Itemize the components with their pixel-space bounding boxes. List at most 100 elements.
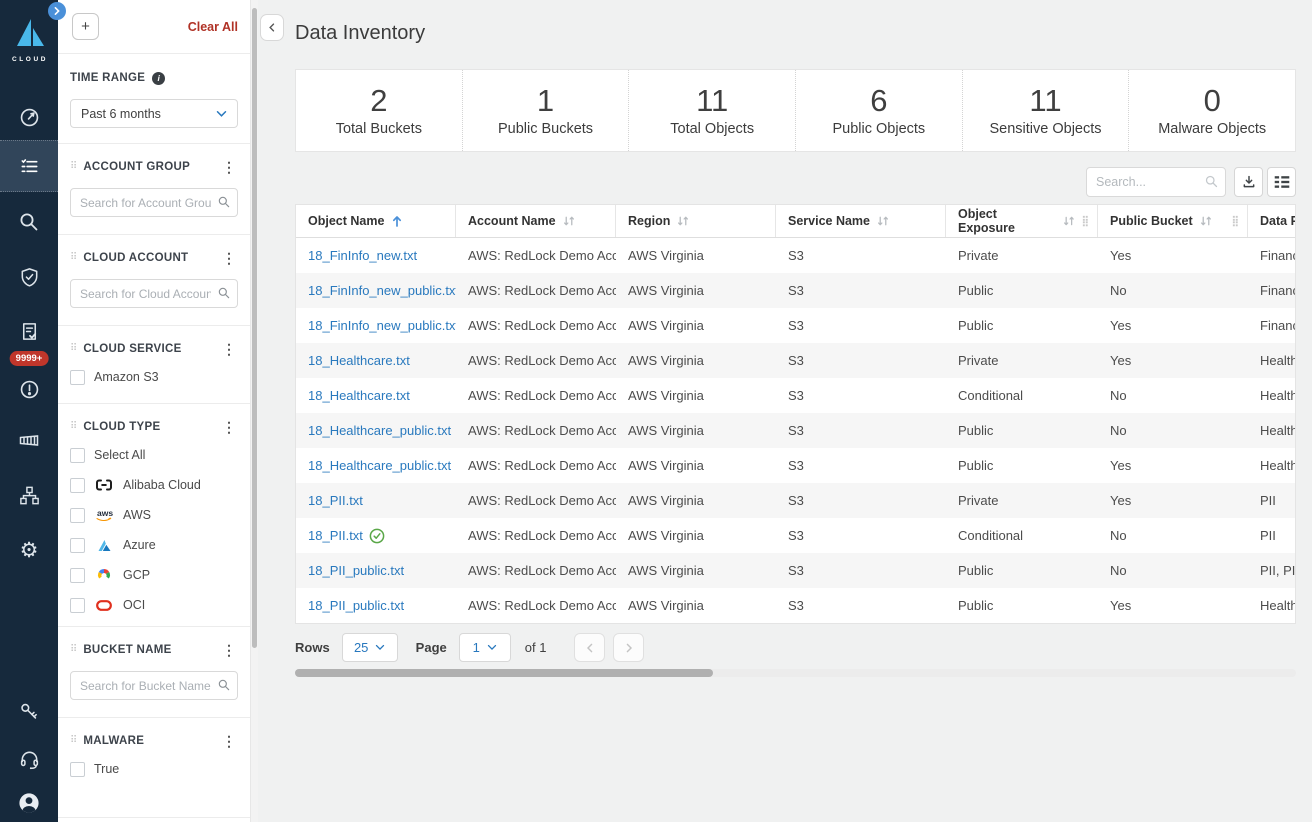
- sidebar-item-alerts[interactable]: [0, 367, 58, 411]
- stat-label: Sensitive Objects: [990, 121, 1102, 137]
- table-row[interactable]: 18_Healthcare_public.txt AWS: RedLock De…: [296, 413, 1296, 448]
- table-row[interactable]: 18_FinInfo_new_public.txt AWS: RedLock D…: [296, 308, 1296, 343]
- amazon-s3-checkbox[interactable]: [70, 370, 85, 385]
- scrollbar-thumb[interactable]: [295, 669, 713, 677]
- data-profile-cell: Healthcare: [1248, 598, 1296, 613]
- column-header-region[interactable]: Region: [616, 205, 776, 237]
- sort-ascending-icon: [391, 215, 403, 228]
- column-header-object-name[interactable]: Object Name: [296, 205, 456, 237]
- panel-collapse-button[interactable]: [260, 14, 284, 41]
- column-drag-handle-icon[interactable]: ⣿: [1232, 216, 1239, 227]
- column-header-service-name[interactable]: Service Name: [776, 205, 946, 237]
- alibaba-cloud-checkbox[interactable]: [70, 478, 85, 493]
- gcp-checkbox[interactable]: [70, 568, 85, 583]
- column-drag-handle-icon[interactable]: ⣿: [1082, 216, 1089, 227]
- kebab-menu-icon[interactable]: ⋮: [220, 342, 238, 356]
- sidebar-item-policies[interactable]: [0, 309, 58, 353]
- object-name-link[interactable]: 18_FinInfo_new_public.txt: [308, 318, 456, 333]
- cloud-account-search-input[interactable]: [70, 279, 238, 308]
- checklist-icon: [18, 155, 41, 178]
- account-name-cell: AWS: RedLock Demo Acc...: [456, 528, 616, 543]
- stat-public-objects: 6 Public Objects: [795, 70, 962, 151]
- column-settings-button[interactable]: [1267, 167, 1296, 197]
- object-exposure-cell: Public: [946, 423, 1098, 438]
- table-row[interactable]: 18_FinInfo_new_public.txt AWS: RedLock D…: [296, 273, 1296, 308]
- bucket-name-search-input[interactable]: [70, 671, 238, 700]
- column-header-account-name[interactable]: Account Name: [456, 205, 616, 237]
- public-bucket-cell: No: [1098, 388, 1248, 403]
- data-inventory-table: Object Name Account Name Region Service …: [295, 204, 1296, 624]
- download-button[interactable]: [1234, 167, 1263, 197]
- kebab-menu-icon[interactable]: ⋮: [220, 160, 238, 174]
- sidebar-item-governance[interactable]: [0, 255, 58, 299]
- object-name-link[interactable]: 18_PII_public.txt: [308, 598, 404, 613]
- service-name-cell: S3: [776, 563, 946, 578]
- kebab-menu-icon[interactable]: ⋮: [220, 420, 238, 434]
- account-group-search-input[interactable]: [70, 188, 238, 217]
- object-name-link[interactable]: 18_PII.txt: [308, 528, 363, 543]
- column-header-public-bucket[interactable]: Public Bucket ⣿: [1098, 205, 1248, 237]
- object-name-link[interactable]: 18_Healthcare_public.txt: [308, 458, 451, 473]
- sidebar-item-dashboard[interactable]: [0, 95, 58, 139]
- select-all-checkbox[interactable]: [70, 448, 85, 463]
- sidebar-item-compute[interactable]: [0, 419, 58, 463]
- sidebar-item-network[interactable]: [0, 473, 58, 517]
- filter-panel-header: + Clear All: [58, 0, 250, 54]
- drag-handle-icon[interactable]: ⠿: [70, 422, 77, 432]
- table-row[interactable]: 18_PII_public.txt AWS: RedLock Demo Acc.…: [296, 588, 1296, 623]
- scrollbar-thumb[interactable]: [252, 8, 257, 648]
- clear-all-button[interactable]: Clear All: [188, 20, 238, 34]
- table-row[interactable]: 18_Healthcare_public.txt AWS: RedLock De…: [296, 448, 1296, 483]
- drag-handle-icon[interactable]: ⠿: [70, 344, 77, 354]
- object-name-link[interactable]: 18_Healthcare.txt: [308, 353, 410, 368]
- kebab-menu-icon[interactable]: ⋮: [220, 251, 238, 265]
- object-name-link[interactable]: 18_Healthcare_public.txt: [308, 423, 451, 438]
- column-header-data-profile[interactable]: Data Profile: [1248, 205, 1296, 237]
- object-name-link[interactable]: 18_PII_public.txt: [308, 563, 404, 578]
- table-row[interactable]: 18_PII.txt AWS: RedLock Demo Acc... AWS …: [296, 483, 1296, 518]
- info-icon[interactable]: i: [152, 72, 165, 85]
- table-row[interactable]: 18_PII.txt AWS: RedLock Demo Acc... AWS …: [296, 518, 1296, 553]
- sidebar-item-support[interactable]: [0, 737, 58, 781]
- kebab-menu-icon[interactable]: ⋮: [220, 643, 238, 657]
- next-page-button[interactable]: [613, 633, 644, 662]
- page-number-select[interactable]: 1: [459, 633, 511, 662]
- column-header-object-exposure[interactable]: Object Exposure ⣿: [946, 205, 1098, 237]
- drag-handle-icon[interactable]: ⠿: [70, 645, 77, 655]
- table-row[interactable]: 18_FinInfo_new.txt AWS: RedLock Demo Acc…: [296, 238, 1296, 273]
- horizontal-scrollbar[interactable]: [295, 669, 1296, 677]
- sidebar-item-inventory[interactable]: [0, 140, 58, 192]
- public-bucket-cell: No: [1098, 283, 1248, 298]
- sidebar-item-settings[interactable]: ⚙: [0, 528, 58, 572]
- stat-value: 2: [370, 84, 387, 118]
- add-filter-button[interactable]: +: [72, 13, 99, 40]
- speedometer-icon: [18, 106, 41, 129]
- object-name-link[interactable]: 18_FinInfo_new_public.txt: [308, 283, 456, 298]
- drag-handle-icon[interactable]: ⠿: [70, 162, 77, 172]
- table-row[interactable]: 18_Healthcare.txt AWS: RedLock Demo Acc.…: [296, 378, 1296, 413]
- object-name-link[interactable]: 18_FinInfo_new.txt: [308, 248, 417, 263]
- drag-handle-icon[interactable]: ⠿: [70, 253, 77, 263]
- region-cell: AWS Virginia: [616, 318, 776, 333]
- drag-handle-icon[interactable]: ⠿: [70, 736, 77, 746]
- aws-checkbox[interactable]: [70, 508, 85, 523]
- time-range-dropdown[interactable]: Past 6 months: [70, 99, 238, 128]
- sidebar-item-search[interactable]: [0, 200, 58, 244]
- prisma-cloud-logo[interactable]: CLOUD: [0, 16, 58, 63]
- panel-expand-chip[interactable]: [48, 2, 66, 20]
- data-profile-cell: Healthcare: [1248, 353, 1296, 368]
- table-row[interactable]: 18_PII_public.txt AWS: RedLock Demo Acc.…: [296, 553, 1296, 588]
- table-row[interactable]: 18_Healthcare.txt AWS: RedLock Demo Acc.…: [296, 343, 1296, 378]
- previous-page-button[interactable]: [574, 633, 605, 662]
- object-name-link[interactable]: 18_Healthcare.txt: [308, 388, 410, 403]
- filter-panel-scrollbar[interactable]: [250, 0, 258, 822]
- oci-checkbox[interactable]: [70, 598, 85, 613]
- malware-true-checkbox[interactable]: [70, 762, 85, 777]
- rows-per-page-select[interactable]: 25: [342, 633, 398, 662]
- app-sidebar: CLOUD 9999+: [0, 0, 58, 822]
- azure-checkbox[interactable]: [70, 538, 85, 553]
- object-name-link[interactable]: 18_PII.txt: [308, 493, 363, 508]
- sidebar-item-access-keys[interactable]: [0, 690, 58, 734]
- kebab-menu-icon[interactable]: ⋮: [220, 734, 238, 748]
- sidebar-item-profile[interactable]: [0, 781, 58, 822]
